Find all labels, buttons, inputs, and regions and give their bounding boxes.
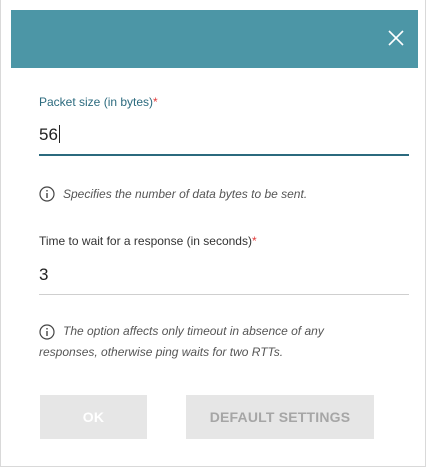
timeout-value: 3 (39, 265, 49, 284)
ping-settings-dialog: Packet size (in bytes)* 56 Specifies the… (0, 0, 426, 467)
packet-size-underline (39, 154, 409, 156)
packet-size-label: Packet size (in bytes)* (39, 95, 158, 109)
info-icon (39, 324, 55, 340)
timeout-input[interactable]: 3 (39, 265, 48, 285)
packet-size-value: 56 (39, 125, 58, 144)
packet-size-input[interactable]: 56 (39, 125, 58, 145)
timeout-label-text: Time to wait for a response (in seconds) (39, 234, 252, 248)
timeout-hint-line2: responses, otherwise ping waits for two … (39, 345, 284, 359)
default-settings-button[interactable]: DEFAULT SETTINGS (186, 395, 374, 439)
dialog-header (11, 10, 418, 68)
timeout-label: Time to wait for a response (in seconds)… (39, 234, 257, 248)
required-mark: * (153, 95, 158, 109)
timeout-hint-line1: The option affects only timeout in absen… (63, 324, 324, 338)
packet-size-label-text: Packet size (in bytes) (39, 95, 154, 109)
close-icon (388, 30, 404, 46)
text-caret (59, 125, 60, 143)
info-icon (39, 186, 55, 202)
required-mark: * (251, 234, 257, 248)
ok-button[interactable]: OK (40, 395, 147, 439)
packet-size-hint: Specifies the number of data bytes to be… (63, 187, 308, 201)
timeout-underline (39, 294, 409, 295)
close-button[interactable] (386, 28, 406, 48)
